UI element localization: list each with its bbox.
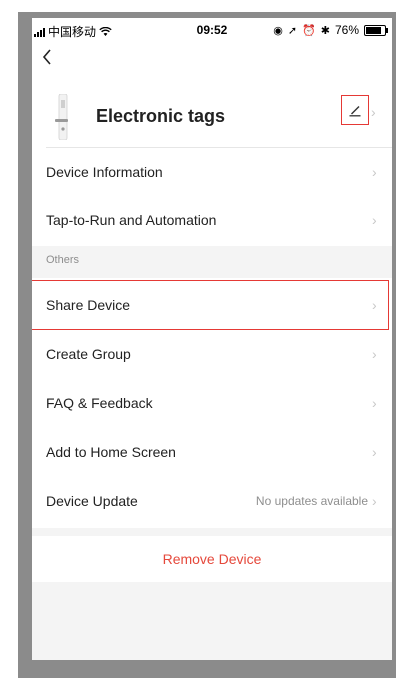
menu-label: Tap-to-Run and Automation — [46, 212, 217, 228]
alarm-icon: ⏰ — [302, 24, 316, 37]
menu-row-add-to-home-screen[interactable]: Add to Home Screen › — [32, 428, 392, 476]
navigation-icon: ➚ — [287, 24, 298, 37]
section-spacer — [32, 528, 392, 536]
chevron-right-icon: › — [371, 104, 376, 120]
chevron-right-icon: › — [372, 395, 377, 411]
status-bar: 中国移动 09:52 ◉ ➚ ⏰ ✱ 76% — [32, 18, 392, 44]
battery-fill — [366, 26, 382, 34]
chevron-right-icon: › — [372, 346, 377, 362]
menu-label: Create Group — [46, 346, 131, 362]
pencil-icon — [349, 106, 361, 117]
edit-name-button[interactable] — [341, 95, 369, 125]
menu-row-device-information[interactable]: Device Information › — [32, 148, 392, 196]
device-title: Electronic tags — [96, 106, 226, 126]
battery-percent: 76% — [334, 23, 359, 37]
door-lock-icon — [55, 94, 68, 140]
chevron-right-icon: › — [372, 164, 377, 180]
remove-device-button[interactable]: Remove Device — [32, 536, 392, 582]
chevron-right-icon: › — [372, 212, 377, 228]
menu-row-device-update[interactable]: Device Update No updates available › — [32, 477, 392, 525]
section-title: Others — [46, 254, 80, 266]
chevron-right-icon: › — [372, 444, 377, 460]
menu-row-faq-feedback[interactable]: FAQ & Feedback › — [32, 379, 392, 427]
chevron-left-icon — [42, 49, 51, 65]
menu-label: FAQ & Feedback — [46, 395, 153, 411]
bluetooth-icon: ✱ — [320, 24, 330, 37]
chevron-right-icon: › — [372, 493, 377, 509]
device-header: Electronic tags › — [32, 90, 392, 148]
bottom-background — [32, 582, 392, 660]
menu-label: Add to Home Screen — [46, 444, 176, 460]
menu-row-create-group[interactable]: Create Group › — [32, 330, 392, 378]
status-right: ◉ ➚ ⏰ ✱ 76% — [273, 23, 388, 37]
section-header-others: Others — [32, 246, 392, 278]
location-icon: ◉ — [273, 24, 283, 37]
menu-label: Device Update — [46, 493, 138, 509]
share-device-highlight — [32, 280, 389, 330]
menu-label: Device Information — [46, 164, 163, 180]
menu-row-tap-to-run[interactable]: Tap-to-Run and Automation › — [32, 196, 392, 244]
phone-screen: 中国移动 09:52 ◉ ➚ ⏰ ✱ 76% Electronic tags › — [32, 18, 392, 660]
update-status: No updates available — [255, 494, 368, 508]
back-button[interactable] — [42, 48, 52, 68]
battery-icon — [364, 24, 388, 36]
